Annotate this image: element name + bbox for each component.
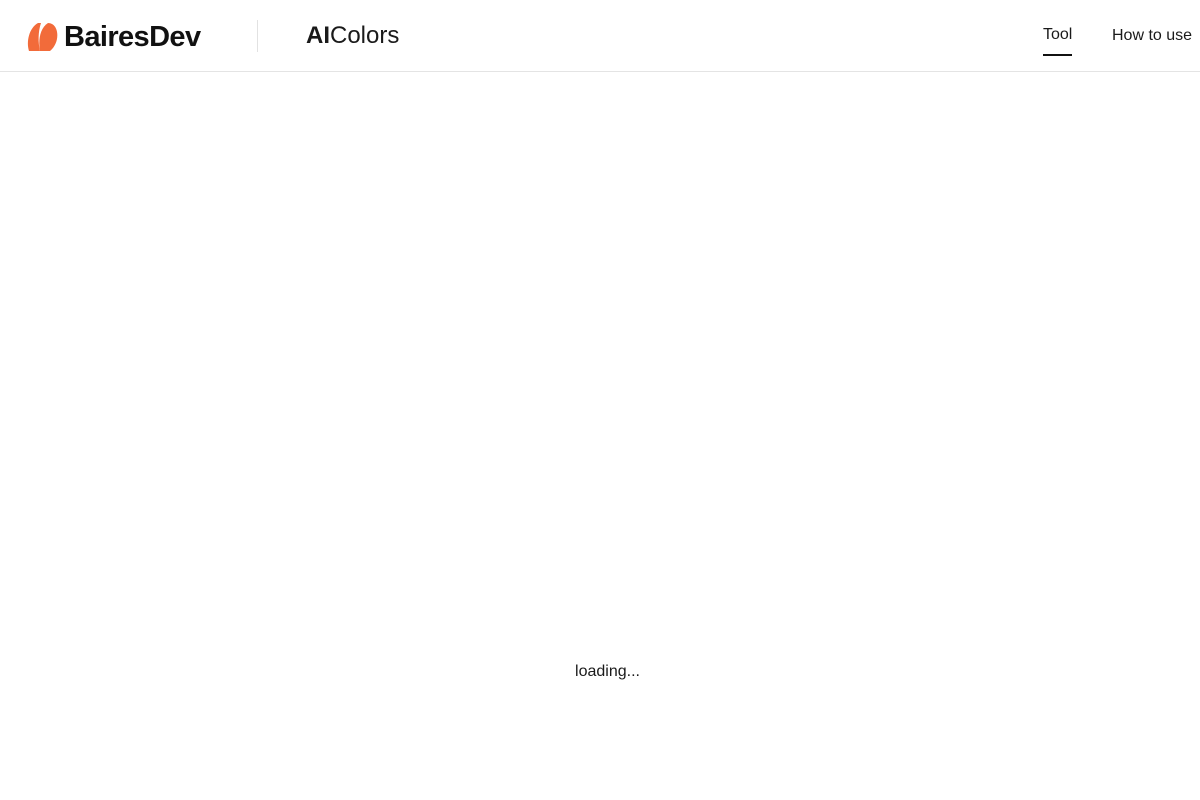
bairesdev-logo[interactable]: BairesDev — [26, 21, 201, 53]
product-title-bold: AI — [306, 22, 330, 49]
brand-name: BairesDev — [64, 21, 201, 53]
nav-tab-tool[interactable]: Tool — [1043, 25, 1072, 45]
product-title-regular: Colors — [330, 22, 400, 49]
nav-tab-how-to-use[interactable]: How to use — [1112, 26, 1192, 46]
bairesdev-logo-icon — [27, 23, 58, 51]
header-divider — [257, 20, 258, 52]
loading-text: loading... — [575, 663, 640, 680]
main-content: loading... — [0, 72, 1200, 800]
top-header: BairesDev AIColors Tool How to use — [0, 0, 1200, 72]
product-title: AIColors — [306, 21, 399, 51]
active-tab-indicator — [1043, 54, 1072, 56]
